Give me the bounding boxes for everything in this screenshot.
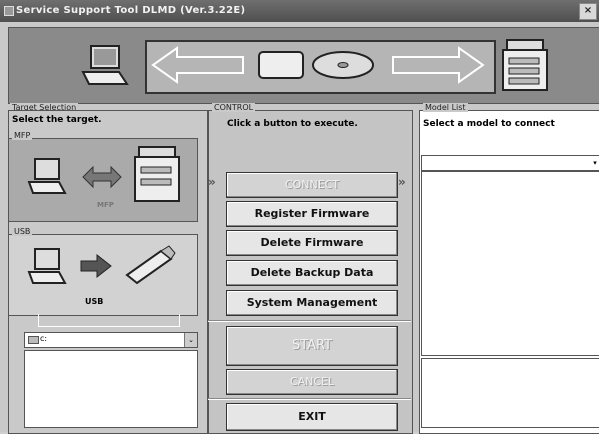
right-chevron-icon: »: [398, 175, 406, 189]
bidirectional-arrow-icon: [82, 165, 122, 189]
model-dropdown-arrow-icon[interactable]: ▾: [590, 156, 599, 170]
model-hint: Select a model to connect: [423, 119, 555, 129]
app-window: Service Support Tool DLMD (Ver.3.22E) ×: [0, 0, 599, 434]
exit-button[interactable]: EXIT: [226, 403, 398, 431]
close-button[interactable]: ×: [579, 3, 597, 20]
mfp-caption: MFP: [97, 201, 114, 209]
left-chevron-icon: »: [208, 175, 216, 189]
start-button[interactable]: START: [226, 326, 398, 366]
connection-banner: [8, 27, 599, 104]
usb-connector-line: [38, 314, 180, 327]
control-divider: [208, 320, 411, 322]
cancel-button[interactable]: CANCEL: [226, 369, 398, 395]
laptop-icon: [27, 248, 67, 284]
delete-backup-data-button[interactable]: Delete Backup Data: [226, 260, 398, 286]
control-hint: Click a button to execute.: [227, 119, 358, 129]
drive-value: c:: [40, 334, 48, 343]
drive-dropdown-arrow-icon[interactable]: ⌄: [184, 333, 197, 347]
printer-icon: [134, 146, 180, 202]
system-management-button[interactable]: System Management: [226, 290, 398, 316]
printer-icon: [502, 39, 548, 91]
transfer-strip: [145, 40, 496, 94]
target-hint: Select the target.: [12, 115, 102, 125]
folder-list[interactable]: [24, 350, 198, 428]
usb-target-option[interactable]: USB: [8, 234, 198, 316]
usb-drive-icon: [125, 245, 176, 285]
drive-icon: [28, 336, 39, 344]
app-icon: [4, 6, 14, 16]
model-detail-area: [421, 358, 599, 428]
control-label: CONTROL: [212, 103, 256, 112]
right-arrow-icon: [80, 253, 112, 279]
transfer-arrows-icon: [151, 46, 485, 84]
model-select[interactable]: ▾: [421, 155, 599, 171]
model-list-label: Model List: [423, 103, 468, 112]
control-divider: [208, 398, 411, 400]
window-title: Service Support Tool DLMD (Ver.3.22E): [16, 5, 246, 16]
register-firmware-button[interactable]: Register Firmware: [226, 201, 398, 227]
usb-caption: USB: [85, 297, 104, 306]
laptop-icon: [81, 45, 129, 85]
mfp-target-option[interactable]: MFP: [8, 138, 198, 222]
drive-select[interactable]: c: ⌄: [24, 332, 198, 348]
title-bar: Service Support Tool DLMD (Ver.3.22E) ×: [0, 0, 599, 22]
usb-group-label: USB: [12, 227, 33, 236]
model-list[interactable]: [421, 171, 599, 356]
laptop-icon: [27, 158, 67, 194]
mfp-group-label: MFP: [12, 131, 33, 140]
delete-firmware-button[interactable]: Delete Firmware: [226, 230, 398, 256]
connect-button[interactable]: CONNECT: [226, 172, 398, 198]
